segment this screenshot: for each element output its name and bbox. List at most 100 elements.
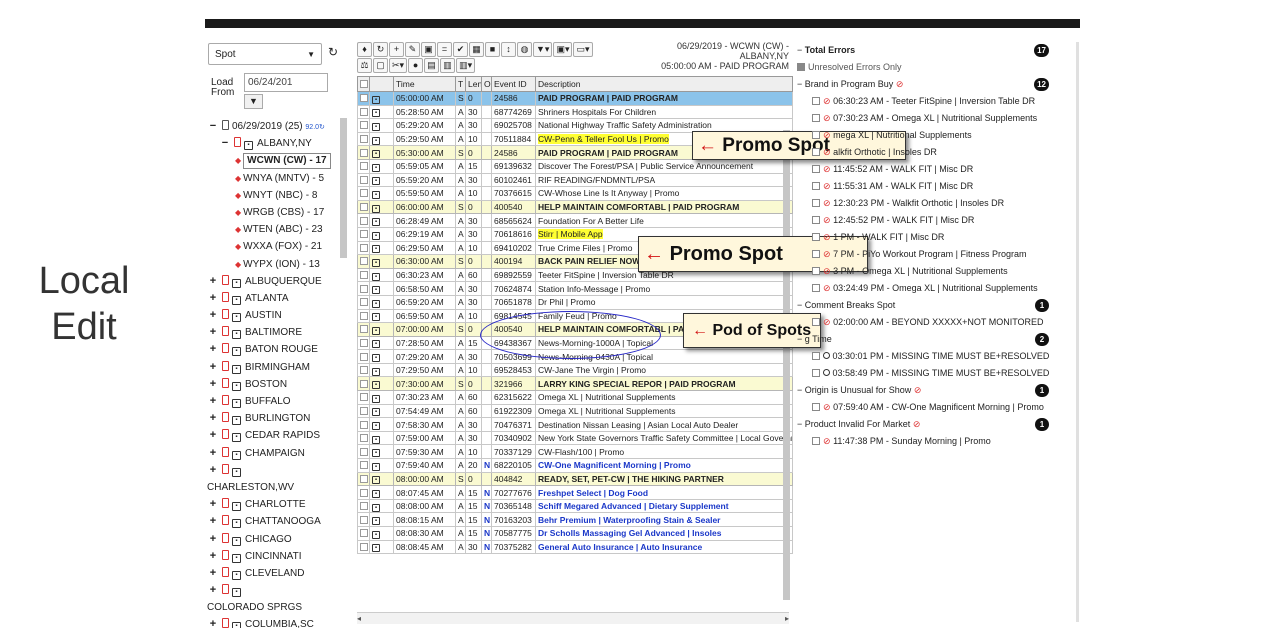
row-expand[interactable]: ▪ [369, 213, 394, 228]
checkbox[interactable] [360, 393, 368, 402]
collapse-icon[interactable]: − [219, 135, 231, 152]
row-expand[interactable]: ▪ [369, 512, 394, 527]
table-row[interactable]: ▪ 06:00:00 AM S 0 400540 HELP MAINTAIN COMFOR… [357, 199, 793, 215]
error-category[interactable]: − g Time 2 [797, 331, 1059, 348]
checkbox[interactable] [360, 379, 368, 388]
col-length[interactable]: Len [465, 76, 482, 92]
checkbox[interactable] [360, 162, 368, 171]
pin-icon[interactable]: ♦ [357, 42, 372, 57]
expand-icon[interactable]: ▪ [372, 381, 380, 390]
expand-icon[interactable]: ▪ [372, 422, 380, 431]
item-checkbox[interactable] [812, 148, 820, 156]
expand-icon[interactable]: ▪ [372, 245, 380, 254]
error-category[interactable]: − Origin is Unusual for Show ⊘ 1 [797, 382, 1059, 399]
station-node[interactable]: ◆ WNYA (MNTV) - 5 [207, 170, 341, 187]
row-checkbox[interactable] [357, 349, 370, 364]
expand-icon[interactable]: + [207, 359, 219, 376]
expand-icon[interactable]: + [207, 307, 219, 324]
market-node[interactable]: + ▪ ALBUQUERQUE [207, 273, 341, 290]
layout-dropdown-icon[interactable]: ▣▾ [553, 42, 573, 57]
row-expand[interactable]: ▪ [369, 158, 394, 174]
grid-scrollbar[interactable] [783, 130, 790, 600]
expand-icon[interactable]: ▪ [372, 286, 380, 295]
checkbox[interactable] [360, 338, 368, 347]
expand-icon[interactable]: ▪ [372, 408, 380, 417]
expand-icon[interactable]: ▪ [372, 299, 380, 308]
wrench-dropdown-icon[interactable]: ✂▾ [389, 58, 408, 73]
table-row[interactable]: ▪ 06:58:50 AM A 30 70624874 Station Info-Mess… [357, 281, 793, 296]
expand-icon[interactable]: + [207, 496, 219, 513]
row-checkbox[interactable] [357, 390, 370, 405]
checkbox[interactable] [360, 203, 368, 212]
col-time[interactable]: Time [393, 76, 456, 92]
table-row[interactable]: ▪ 08:08:00 AM A 15 N 70365148 Schiff Megared A… [357, 498, 793, 514]
row-expand[interactable]: ▪ [369, 199, 394, 215]
checkbox[interactable] [360, 420, 368, 429]
checkbox[interactable] [360, 406, 368, 415]
expand-icon[interactable]: + [207, 273, 219, 290]
checkbox[interactable] [360, 284, 368, 293]
row-expand[interactable]: ▪ [369, 254, 394, 269]
expand-icon[interactable]: ▪ [372, 517, 380, 526]
table-row[interactable]: ▪ 05:59:20 AM A 30 60102461 RIF READING/FNDMN… [357, 172, 793, 188]
checkbox[interactable] [360, 107, 368, 116]
select-all-checkbox[interactable] [357, 76, 370, 92]
row-checkbox[interactable] [357, 539, 370, 555]
error-item[interactable]: 03:58:49 PM - MISSING TIME MUST BE+RESOL… [797, 365, 1059, 382]
checkbox[interactable] [360, 94, 368, 103]
expand-icon[interactable]: ▪ [372, 313, 380, 322]
checkbox[interactable] [360, 447, 368, 456]
row-expand[interactable]: ▪ [369, 417, 394, 432]
expand-icon[interactable]: ▪ [372, 109, 380, 118]
row-checkbox[interactable] [357, 199, 370, 215]
collapse-icon[interactable]: − [797, 79, 805, 89]
calendar-icon[interactable]: ▦ [469, 42, 484, 57]
row-expand[interactable]: ▪ [369, 403, 394, 419]
columns-dropdown-icon[interactable]: ▥▾ [456, 58, 476, 73]
market-node[interactable]: + ▪ BATON ROUGE [207, 341, 341, 358]
row-checkbox[interactable] [357, 145, 370, 160]
checkbox[interactable] [360, 135, 368, 144]
expand-icon[interactable]: + [207, 376, 219, 393]
table-row[interactable]: ▪ 05:59:05 AM A 15 69139632 Discover The Fore… [357, 158, 793, 174]
expand-icon[interactable]: ▪ [372, 354, 380, 363]
row-expand[interactable]: ▪ [369, 145, 394, 160]
col-event-id[interactable]: Event ID [491, 76, 536, 92]
checkbox[interactable] [360, 271, 368, 280]
checkbox[interactable] [360, 515, 368, 524]
error-item[interactable]: ⊘ 07:59:40 AM - CW-One Magnificent Morni… [797, 399, 1059, 416]
info-icon[interactable]: ● [408, 58, 424, 73]
table-row[interactable]: ▪ 07:59:00 AM A 30 70340902 New York State Go… [357, 430, 793, 446]
checkbox[interactable] [360, 175, 368, 184]
station-node[interactable]: ◆ WNYT (NBC) - 8 [207, 187, 341, 204]
expand-icon[interactable]: ▪ [372, 435, 380, 444]
checkbox[interactable] [360, 529, 368, 538]
checkbox[interactable] [360, 230, 368, 239]
row-expand[interactable]: ▪ [369, 294, 394, 310]
checkbox[interactable] [360, 474, 368, 483]
error-item[interactable]: ⊘ 11:47:38 PM - Sunday Morning | Promo [797, 433, 1059, 450]
error-item[interactable]: ⊘ mega XL | Nutritional Supplements [797, 127, 1059, 144]
expand-icon[interactable]: ▪ [372, 367, 380, 376]
market-node[interactable]: + ▪ CHAMPAIGN [207, 445, 341, 462]
checkbox[interactable] [360, 502, 368, 511]
table-row[interactable]: ▪ 08:08:30 AM A 15 N 70587775 Dr Scholls Massa… [357, 526, 793, 541]
station-node[interactable]: ◆ WRGB (CBS) - 17 [207, 204, 341, 221]
type-select[interactable]: Spot ▼ [208, 43, 322, 65]
row-checkbox[interactable] [357, 226, 370, 242]
table-row[interactable]: ▪ 06:59:20 AM A 30 70651878 Dr Phil | Promo [357, 294, 793, 310]
market-node[interactable]: + ▪ [207, 582, 341, 599]
checkbox[interactable] [360, 148, 368, 157]
row-checkbox[interactable] [357, 186, 370, 201]
grid-horizontal-scrollbar[interactable]: ◂ ▸ [357, 612, 789, 624]
expand-icon[interactable]: ▪ [372, 476, 380, 485]
col-type[interactable]: T [455, 76, 466, 92]
checkbox[interactable] [360, 189, 368, 198]
row-expand[interactable]: ▪ [369, 322, 394, 337]
item-checkbox[interactable] [812, 233, 820, 241]
checkbox[interactable] [360, 243, 368, 252]
error-item[interactable]: ⊘ alkfit Orthotic | Insoles DR [797, 144, 1059, 161]
unresolved-checkbox[interactable] [797, 63, 805, 71]
error-item[interactable]: ⊘ 1 PM - WALK FIT | Misc DR [797, 229, 1059, 246]
table-row[interactable]: ▪ 07:54:49 AM A 60 61922309 Omega XL | Nutrit… [357, 403, 793, 419]
